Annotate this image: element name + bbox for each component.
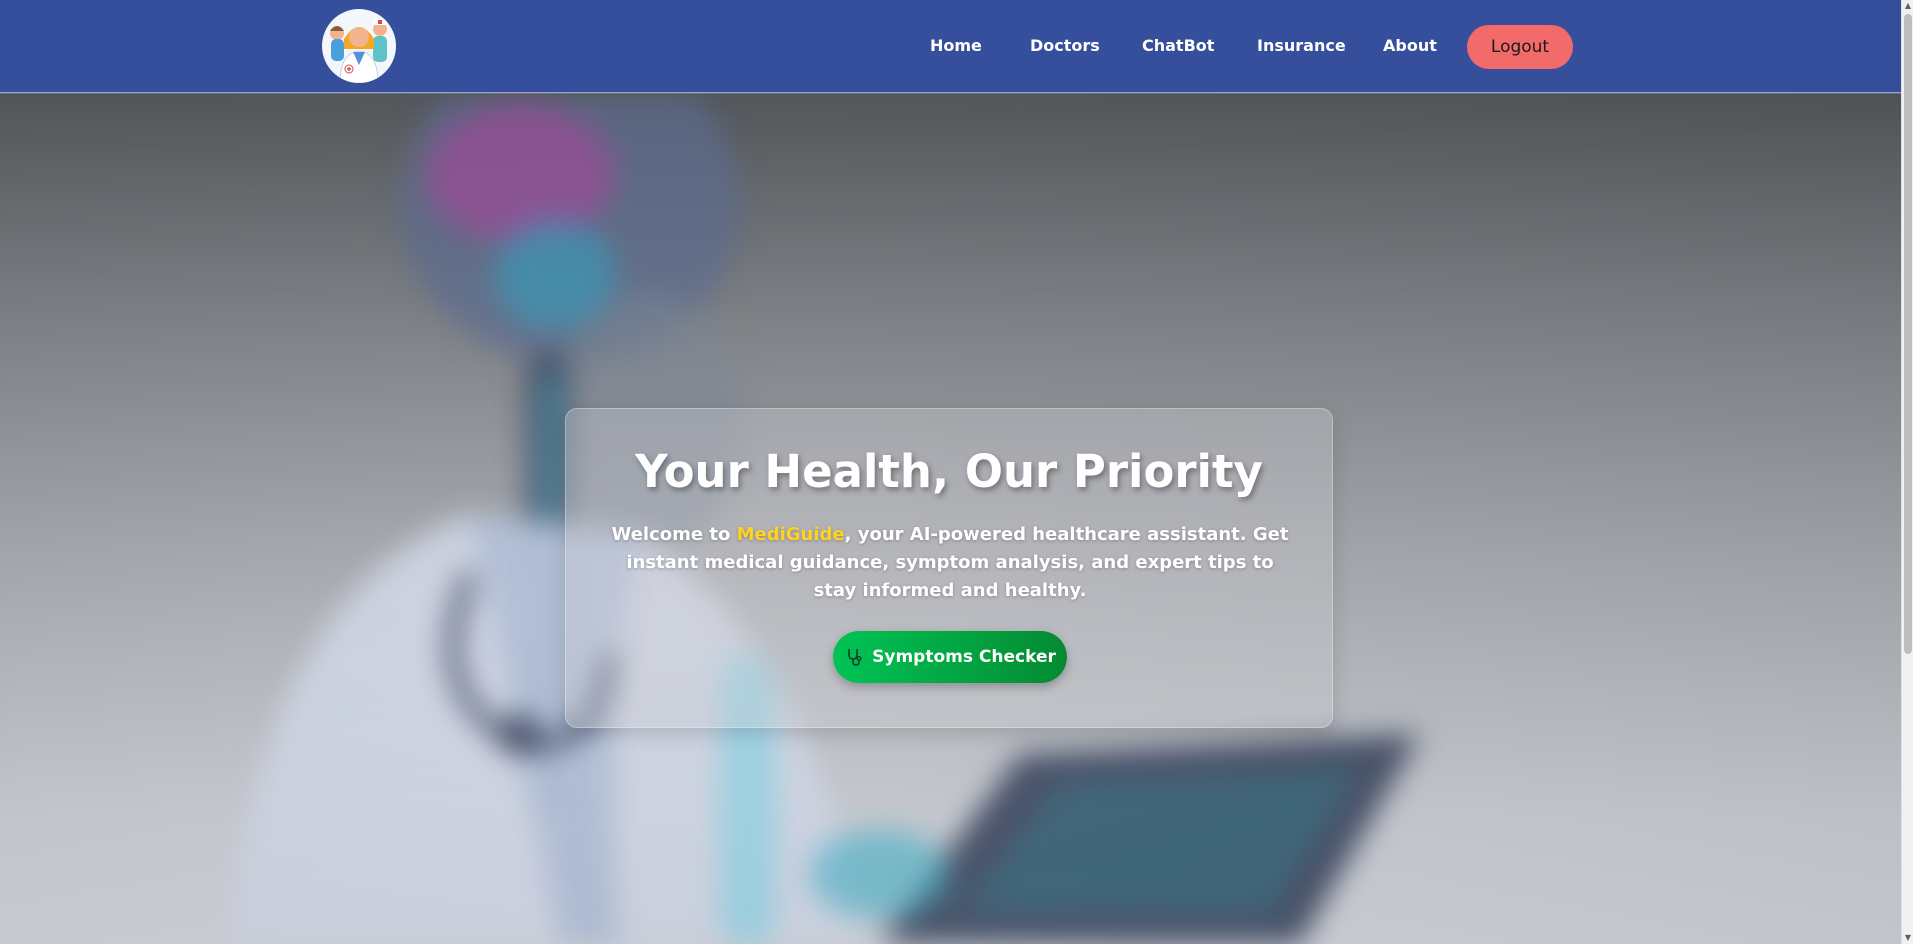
nav-link-doctors[interactable]: Doctors xyxy=(1030,36,1100,55)
stethoscope-icon xyxy=(844,647,864,667)
scroll-down-icon[interactable]: ▼ xyxy=(1904,934,1912,942)
brand-name: MediGuide xyxy=(736,524,845,545)
hero-title: Your Health, Our Priority xyxy=(635,445,1263,498)
nav-links: Home Doctors ChatBot Insurance About xyxy=(0,0,1901,93)
scroll-up-icon[interactable]: ▲ xyxy=(1904,2,1912,10)
nav-link-home[interactable]: Home xyxy=(930,36,982,55)
nav-link-chatbot[interactable]: ChatBot xyxy=(1142,36,1214,55)
scroll-thumb[interactable] xyxy=(1904,14,1912,654)
navbar: Home Doctors ChatBot Insurance About Log… xyxy=(0,0,1901,93)
hero-description-intro: Welcome to xyxy=(611,524,737,545)
hero-card: Your Health, Our Priority Welcome to Med… xyxy=(565,408,1333,728)
hero-description: Welcome to MediGuide, your AI-powered he… xyxy=(606,521,1294,605)
nav-link-about[interactable]: About xyxy=(1383,36,1437,55)
hero-section: Your Health, Our Priority Welcome to Med… xyxy=(0,94,1901,944)
symptoms-checker-button[interactable]: Symptoms Checker xyxy=(833,631,1067,683)
page-scrollbar[interactable]: ▲ ▼ xyxy=(1901,0,1913,944)
logout-button[interactable]: Logout xyxy=(1467,25,1573,69)
symptoms-checker-label: Symptoms Checker xyxy=(872,647,1056,667)
nav-link-insurance[interactable]: Insurance xyxy=(1257,36,1346,55)
